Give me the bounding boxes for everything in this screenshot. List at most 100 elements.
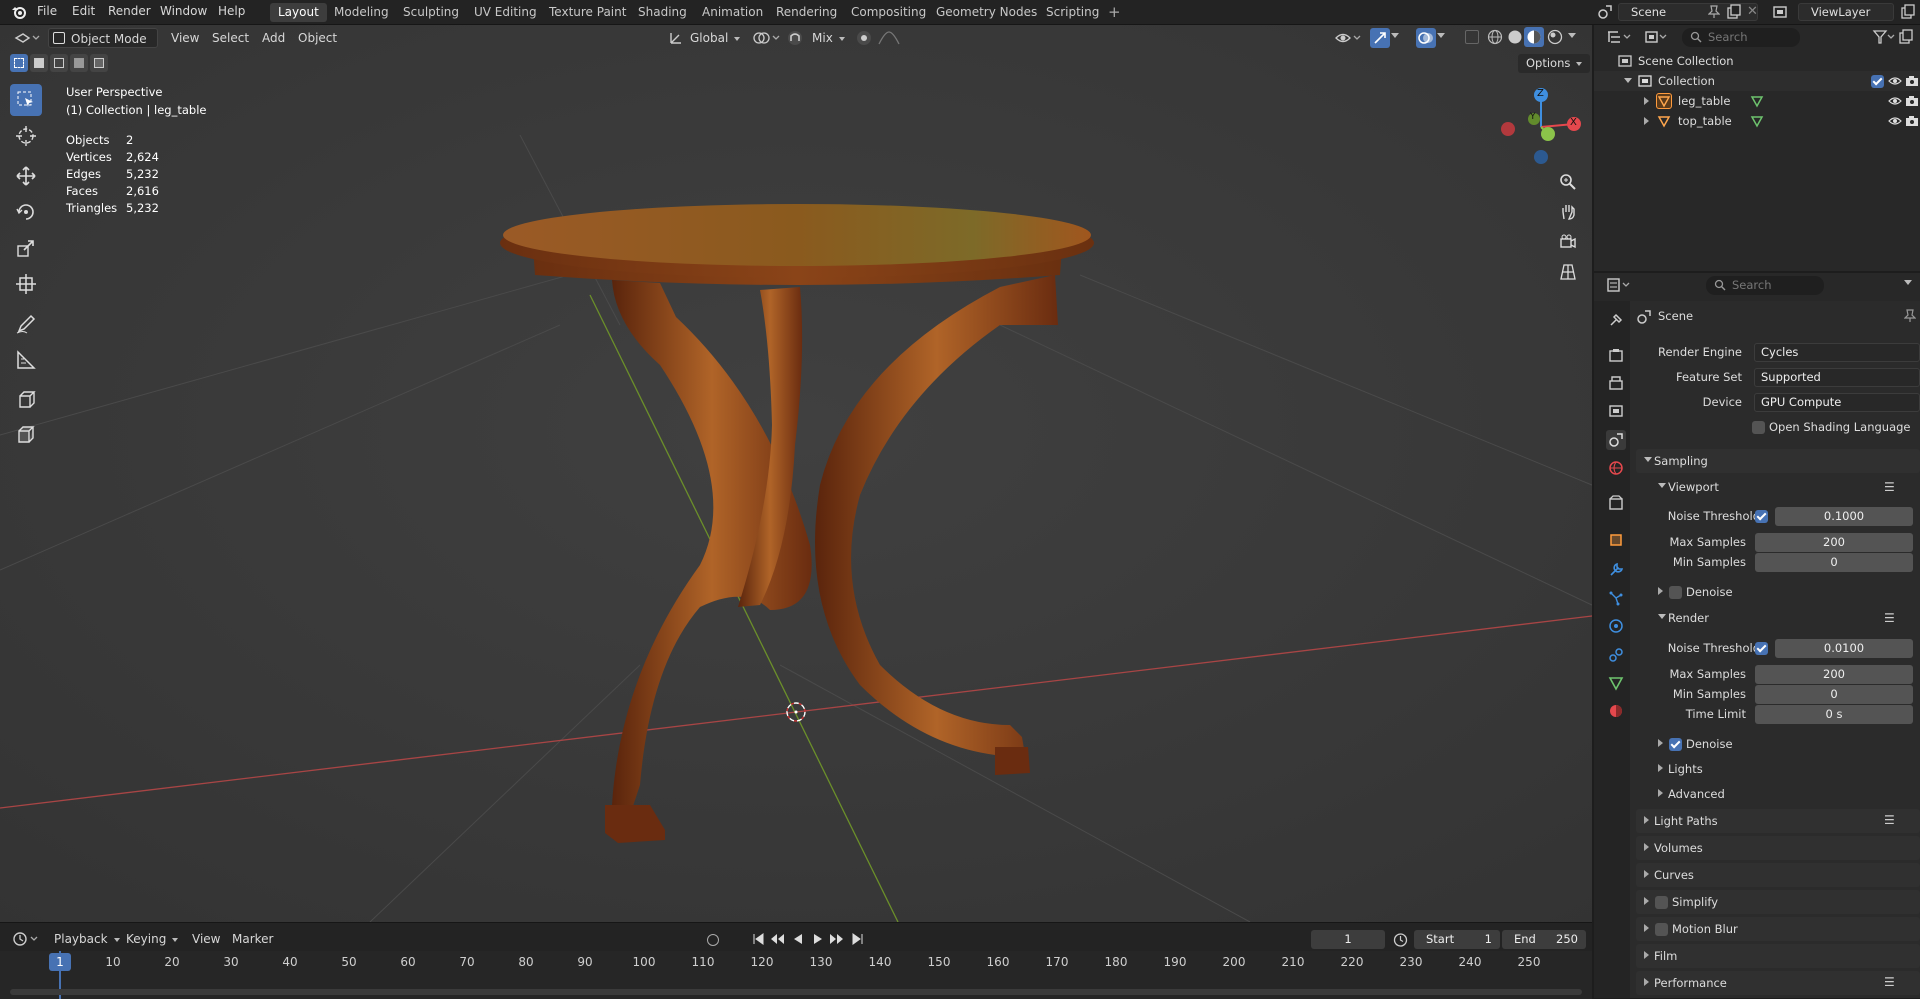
display-mode-icon[interactable] [1644, 29, 1670, 45]
overlays-dropdown-icon[interactable] [1437, 33, 1445, 42]
filter-icon[interactable] [1872, 29, 1896, 45]
material-preview-shading-icon[interactable] [1524, 27, 1544, 47]
tab-uv-editing[interactable]: UV Editing [466, 3, 545, 22]
menu-help[interactable]: Help [218, 4, 245, 18]
simplify-panel[interactable]: Simplify [1636, 890, 1920, 914]
gizmo-toggle-icon[interactable] [1370, 28, 1390, 48]
presets-icon[interactable]: ☰ [1884, 611, 1895, 625]
wireframe-shading-icon[interactable] [1487, 29, 1503, 45]
marker-menu[interactable]: Marker [228, 929, 277, 949]
mesh-data-properties-icon[interactable] [1606, 673, 1626, 693]
constraint-properties-icon[interactable] [1606, 645, 1626, 665]
eye-icon[interactable] [1888, 75, 1902, 87]
curves-panel[interactable]: Curves [1636, 863, 1920, 887]
render-min-samples-field[interactable]: 0 [1755, 685, 1913, 704]
blender-logo-icon[interactable] [11, 4, 27, 20]
pin-icon[interactable] [1904, 309, 1916, 323]
viewport-max-samples-field[interactable]: 200 [1755, 533, 1913, 552]
viewport-denoise-checkbox[interactable] [1669, 586, 1682, 599]
outliner-search-input[interactable]: Search [1682, 28, 1800, 47]
select-box-tool[interactable] [10, 84, 42, 116]
viewport-denoise-subpanel[interactable]: Denoise [1652, 582, 1920, 602]
preview-range-icon[interactable] [1393, 932, 1408, 947]
motion-blur-checkbox[interactable] [1655, 923, 1668, 936]
tab-geometry-nodes[interactable]: Geometry Nodes [928, 3, 1045, 22]
add-cube-tool[interactable] [10, 384, 42, 416]
jump-end-icon[interactable] [852, 933, 864, 945]
scene-collection-row[interactable]: Scene Collection [1594, 51, 1920, 71]
render-noise-threshold-checkbox[interactable] [1755, 642, 1768, 655]
camera-icon[interactable] [1905, 115, 1919, 127]
camera-icon[interactable] [1905, 95, 1919, 107]
view-layer-icon[interactable] [1772, 4, 1790, 20]
jump-start-icon[interactable] [752, 933, 764, 945]
snap-icon[interactable] [786, 29, 804, 47]
menu-file[interactable]: File [37, 4, 57, 18]
render-properties-icon[interactable] [1606, 345, 1626, 365]
scene-properties-icon[interactable] [1606, 430, 1626, 450]
eye-icon[interactable] [1888, 115, 1902, 127]
new-view-layer-icon[interactable] [1900, 4, 1916, 20]
expand-arrow-icon[interactable] [1644, 97, 1653, 105]
menu-edit[interactable]: Edit [72, 4, 95, 18]
exclude-checkbox[interactable] [1871, 75, 1884, 88]
render-denoise-checkbox[interactable] [1669, 738, 1682, 751]
add-workspace-icon[interactable]: + [1108, 4, 1121, 20]
tab-layout[interactable]: Layout [270, 3, 327, 22]
simplify-checkbox[interactable] [1655, 896, 1668, 909]
viewport-noise-threshold-field[interactable]: 0.1000 [1775, 507, 1913, 526]
render-denoise-subpanel[interactable]: Denoise [1652, 734, 1920, 754]
expand-arrow-icon[interactable] [1644, 117, 1653, 125]
physics-properties-icon[interactable] [1606, 616, 1626, 636]
pan-view-icon[interactable] [1554, 198, 1582, 226]
snap-mode-dropdown[interactable]: Mix [808, 28, 849, 48]
visibility-icon[interactable] [1334, 29, 1362, 47]
playhead-frame-badge[interactable]: 1 [49, 953, 71, 971]
end-frame-field[interactable]: End 250 [1502, 930, 1586, 949]
tab-sculpting[interactable]: Sculpting [395, 3, 467, 22]
annotate-tool[interactable] [10, 308, 42, 340]
film-panel[interactable]: Film [1636, 944, 1920, 968]
world-properties-icon[interactable] [1606, 458, 1626, 478]
tool-properties-icon[interactable] [1606, 310, 1626, 330]
select-extend-icon[interactable] [30, 54, 48, 72]
select-intersect-icon[interactable] [90, 54, 108, 72]
object-tool[interactable] [10, 418, 42, 450]
pivot-point-icon[interactable] [752, 30, 782, 46]
overlays-toggle-icon[interactable] [1416, 28, 1436, 48]
collection-row[interactable]: Collection [1594, 71, 1920, 91]
properties-editor-type-icon[interactable] [1606, 277, 1632, 293]
sampling-panel-header[interactable]: Sampling [1636, 449, 1920, 473]
view-layer-selector[interactable]: ViewLayer [1798, 3, 1894, 21]
cursor-tool[interactable] [10, 120, 42, 152]
timeline-editor-type-icon[interactable] [12, 931, 38, 947]
xray-toggle-icon[interactable] [1465, 30, 1479, 44]
rendered-shading-icon[interactable] [1547, 29, 1563, 45]
start-frame-field[interactable]: Start 1 [1414, 930, 1500, 949]
motion-blur-panel[interactable]: Motion Blur [1636, 917, 1920, 941]
modifier-properties-icon[interactable] [1606, 560, 1626, 580]
render-time-limit-field[interactable]: 0 s [1755, 705, 1913, 724]
scene-icon[interactable] [1597, 4, 1613, 20]
mesh-data-icon[interactable] [1750, 94, 1764, 108]
tab-texture-paint[interactable]: Texture Paint [541, 3, 634, 22]
delete-scene-icon[interactable]: ✕ [1747, 4, 1758, 19]
select-invert-icon[interactable] [70, 54, 88, 72]
tab-modeling[interactable]: Modeling [326, 3, 397, 22]
particle-properties-icon[interactable] [1606, 588, 1626, 608]
render-noise-threshold-field[interactable]: 0.0100 [1775, 639, 1913, 658]
menu-add[interactable]: Add [258, 28, 289, 48]
tab-rendering[interactable]: Rendering [768, 3, 845, 22]
properties-options-icon[interactable] [1904, 280, 1912, 289]
object-properties-icon[interactable] [1606, 530, 1626, 550]
tab-animation[interactable]: Animation [694, 3, 771, 22]
pin-icon[interactable] [1708, 5, 1720, 19]
frame-ruler[interactable]: 1 10 20 30 40 50 60 70 80 90 100 110 120… [0, 951, 1592, 999]
proportional-edit-icon[interactable] [857, 31, 871, 45]
outliner-editor-type-icon[interactable] [1606, 29, 1632, 45]
viewport-noise-threshold-checkbox[interactable] [1755, 510, 1768, 523]
falloff-icon[interactable] [877, 30, 901, 46]
new-scene-icon[interactable] [1726, 4, 1742, 20]
solid-shading-icon[interactable] [1507, 29, 1523, 45]
mesh-data-icon[interactable] [1750, 114, 1764, 128]
